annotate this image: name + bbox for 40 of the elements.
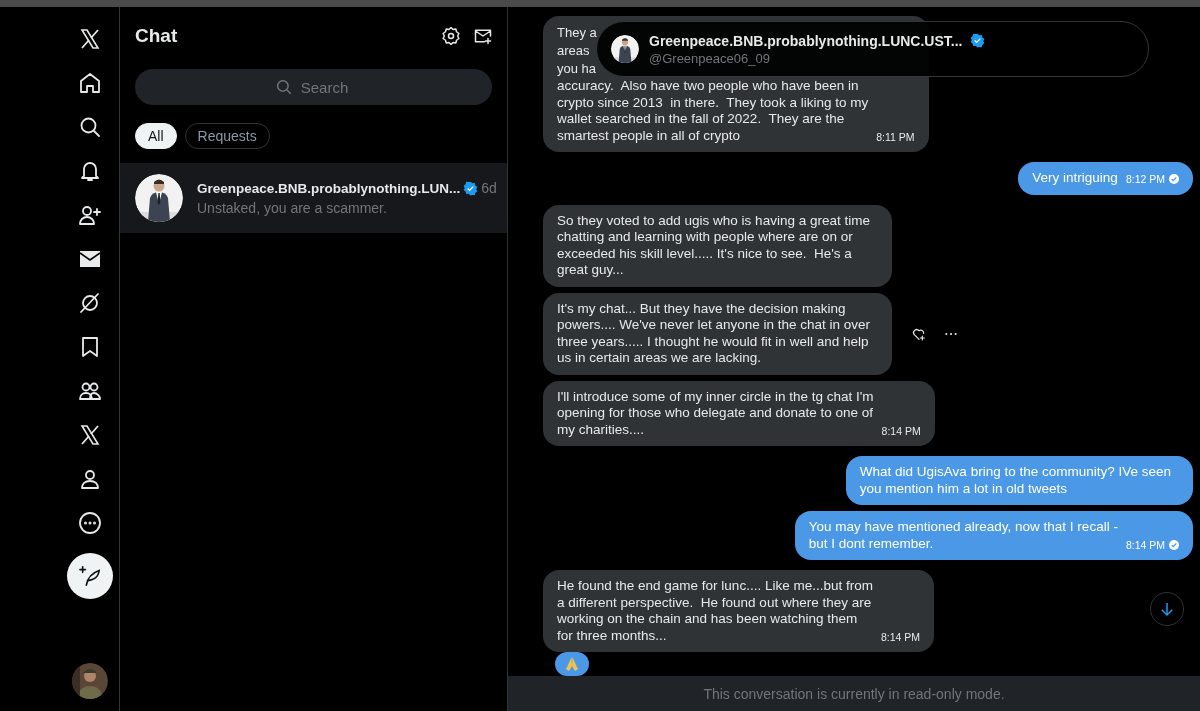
- scroll-down-button[interactable]: [1150, 592, 1184, 626]
- message-time: 8:14 PM: [880, 629, 921, 645]
- message-time: 8:11 PM: [876, 129, 915, 145]
- home-icon[interactable]: [77, 71, 102, 95]
- new-message-icon[interactable]: [473, 26, 493, 46]
- message-fragment: They a: [557, 24, 597, 42]
- settings-icon[interactable]: [441, 26, 461, 46]
- message-time: 8:12 PM: [1125, 171, 1179, 188]
- page-title: Chat: [135, 25, 179, 47]
- contact-handle: @Greenpeace06_09: [649, 50, 771, 66]
- contact-name: Greenpeace.BNB.probablynothing.LUNC.UST...: [649, 32, 963, 49]
- conversation-item[interactable]: Greenpeace.BNB.probablynothing.LUN... 6d Unstaked, you are a scammer.: [120, 163, 507, 233]
- add-person-icon[interactable]: [77, 203, 102, 227]
- praying-hands-icon: [565, 656, 579, 672]
- message-text: I'll introduce some of my inner circle in the tg chat I'm opening for those who delegate and donate to one of my charities....: [557, 388, 874, 438]
- chat-header[interactable]: Greenpeace.BNB.probablynothing.LUNC.UST... @Greenpeace06_09: [596, 21, 1149, 77]
- message-text: Very intriguing: [1032, 170, 1118, 187]
- message-text: You may have mentioned already, now that I recall - but I dont remember.: [808, 519, 1118, 552]
- search-field[interactable]: Search: [135, 69, 492, 105]
- arrow-down-icon: [1158, 600, 1176, 618]
- message-text: What did UgisAva bring to the community? IVe seen you mention him a lot in old tweets: [859, 464, 1171, 497]
- search-icon: [275, 78, 293, 96]
- compose-post-button[interactable]: [66, 553, 113, 599]
- message-time: 8:14 PM: [881, 423, 921, 439]
- more-circle-icon[interactable]: [77, 511, 102, 535]
- message-fragment: areas: [557, 42, 590, 60]
- message-fragment: you ha: [557, 60, 597, 78]
- read-only-notice: This conversation is currently in read-only mode.: [508, 676, 1200, 711]
- message-time: 8:14 PM: [1125, 536, 1179, 553]
- feather-plus-icon: [78, 565, 101, 587]
- slash-circle-icon[interactable]: [77, 291, 102, 315]
- contact-name: Greenpeace.BNB.probablynothing.LUN...: [197, 180, 461, 196]
- conversation-time: 6d: [481, 180, 497, 196]
- message-text: It's my chat... But they have the decision making powers.... We've never let anyone in the chat in over three years..... I thought he would fit in well and help us in certain areas we are lacking.: [557, 300, 870, 367]
- filter-tab[interactable]: All: [135, 123, 177, 149]
- message-text: So they voted to add ugis who is having a great time chatting and learning with people where are on or exceeded his skill level..... It's nice to see. He's a great guy...: [557, 212, 870, 279]
- message-preview: Unstaked, you are a scammer.: [197, 200, 388, 216]
- reaction-badge[interactable]: [555, 652, 589, 676]
- message-text: He found the end game for lunc.... Like me...but from a different perspective. He found out where they are working on the chain and has been watching them for three months...: [557, 578, 873, 644]
- message-text: accuracy. Also have two people who have been in crypto since 2013 in there. They took a liking to my wallet searched in the fall of 2022. They are the smartest people in all of crypto: [557, 78, 869, 144]
